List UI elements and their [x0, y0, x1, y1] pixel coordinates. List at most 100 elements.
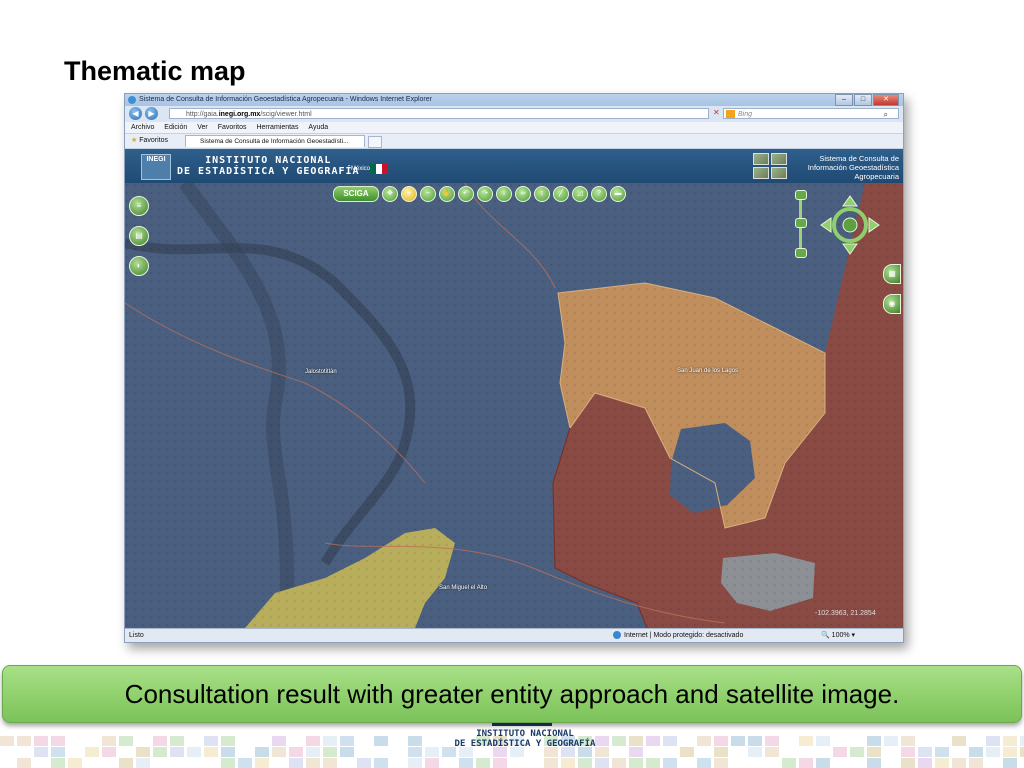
print-tool-icon[interactable]: ▬ — [610, 186, 626, 202]
area-tool-icon[interactable]: ◿ — [572, 186, 588, 202]
zoom-level[interactable]: 🔍 100% ▾ — [821, 629, 855, 642]
decorative-tile — [493, 758, 507, 768]
map-view[interactable]: San Juan de los Lagos Jalostotitlán San … — [125, 183, 903, 628]
decorative-tile — [221, 758, 235, 768]
system-name-line1: Sistema de Consulta de — [819, 154, 899, 163]
decorative-tile — [714, 758, 728, 768]
place-label-san-miguel: San Miguel el Alto — [439, 585, 488, 591]
new-tab-button[interactable] — [368, 136, 382, 148]
decorative-tile — [918, 758, 932, 768]
zoom-out-tool-icon[interactable]: − — [420, 186, 436, 202]
measure-tool-icon[interactable]: ↕ — [534, 186, 550, 202]
caption-box: Consultation result with greater entity … — [2, 665, 1022, 723]
decorative-tile — [935, 758, 949, 768]
favorites-button[interactable]: Favoritos — [139, 137, 168, 144]
decorative-tile — [748, 736, 762, 746]
decorative-tile — [408, 758, 422, 768]
zoom-level-knob[interactable] — [795, 218, 807, 228]
decorative-tile — [323, 758, 337, 768]
decorative-tile — [646, 736, 660, 746]
institute-line2: DE ESTADÍSTICA Y GEOGRAFÍA — [177, 166, 360, 177]
menu-item-ver[interactable]: Ver — [197, 124, 208, 131]
hand-tool-icon[interactable]: ✋ — [439, 186, 455, 202]
legend-icon[interactable]: ▤ — [129, 226, 149, 246]
decorative-tile — [187, 747, 201, 757]
window-title: Sistema de Consulta de Información Geoes… — [139, 96, 432, 103]
decorative-tile — [102, 747, 116, 757]
coordinates-readout: -102.3963, 21.2854 — [815, 610, 876, 617]
stop-icon[interactable]: ✕ — [713, 108, 720, 117]
left-panel-tools: ≡ ▤ ◐ — [129, 196, 149, 276]
pan-control[interactable] — [819, 194, 881, 256]
decorative-tile — [1003, 736, 1017, 746]
menu-item-herramientas[interactable]: Herramientas — [256, 124, 298, 131]
zoom-slider[interactable] — [795, 190, 807, 258]
footer-logo: INSTITUTO NACIONAL DE ESTADÍSTICA Y GEOG… — [440, 729, 610, 749]
layers-icon[interactable]: ≡ — [129, 196, 149, 216]
decorative-tile — [748, 747, 762, 757]
status-bar: Listo Internet | Modo protegido: desacti… — [125, 628, 903, 642]
basemap-icon[interactable]: ◐ — [129, 256, 149, 276]
decorative-tile — [697, 736, 711, 746]
zoom-in-tool-icon[interactable]: + — [401, 186, 417, 202]
decorative-tile — [170, 747, 184, 757]
line-tool-icon[interactable]: ╱ — [553, 186, 569, 202]
back-tool-icon[interactable]: ↶ — [458, 186, 474, 202]
overview-icon[interactable]: ◉ — [883, 294, 901, 314]
decorative-tile — [646, 758, 660, 768]
decorative-tile — [306, 747, 320, 757]
decorative-tile — [731, 736, 745, 746]
decorative-tile — [204, 736, 218, 746]
search-icon[interactable]: ⌕ — [884, 109, 888, 120]
maximize-button[interactable]: □ — [854, 94, 872, 106]
binoculars-tool-icon[interactable]: ∞ — [515, 186, 531, 202]
menu-item-edicion[interactable]: Edición — [164, 124, 187, 131]
menu-item-ayuda[interactable]: Ayuda — [308, 124, 328, 131]
decorative-tile — [799, 758, 813, 768]
info-tool-icon[interactable]: i — [496, 186, 512, 202]
window-titlebar: Sistema de Consulta de Información Geoes… — [125, 94, 903, 106]
zoom-in-knob[interactable] — [795, 190, 807, 200]
tab-active[interactable]: Sistema de Consulta de Información Geoes… — [185, 135, 365, 147]
decorative-tile — [68, 758, 82, 768]
caption-text: Consultation result with greater entity … — [124, 678, 900, 709]
decorative-tile — [272, 747, 286, 757]
search-input[interactable]: Bing ⌕ — [723, 108, 899, 119]
decorative-tile — [663, 758, 677, 768]
close-button[interactable]: ✕ — [873, 94, 899, 106]
decorative-tile — [204, 747, 218, 757]
decorative-tile — [782, 758, 796, 768]
back-button[interactable]: ◀ — [129, 107, 142, 120]
menu-item-archivo[interactable]: Archivo — [131, 124, 154, 131]
browser-window: Sistema de Consulta de Información Geoes… — [124, 93, 904, 643]
url-domain: inegi.org.mx — [218, 111, 261, 118]
minimize-button[interactable]: – — [835, 94, 853, 106]
decorative-tile — [85, 747, 99, 757]
url-prefix: http://gaia. — [186, 111, 219, 118]
system-name: Sistema de Consulta de Información Geoes… — [789, 154, 899, 181]
decorative-tile — [612, 758, 626, 768]
security-zone: Internet | Modo protegido: desactivado — [613, 629, 743, 642]
url-input[interactable]: http://gaia.inegi.org.mx/scig/viewer.htm… — [169, 108, 709, 119]
decorative-tile — [714, 736, 728, 746]
decorative-tile — [153, 747, 167, 757]
place-label-jalostotitlan: Jalostotitlán — [305, 369, 337, 375]
zoom-out-knob[interactable] — [795, 248, 807, 258]
decorative-tile — [289, 747, 303, 757]
forward-tool-icon[interactable]: ↷ — [477, 186, 493, 202]
forward-button[interactable]: ▶ — [145, 107, 158, 120]
pan-tool-icon[interactable]: ✥ — [382, 186, 398, 202]
decorative-tile — [901, 758, 915, 768]
decorative-tile — [170, 736, 184, 746]
menu-item-favoritos[interactable]: Favoritos — [218, 124, 247, 131]
decorative-tile — [952, 736, 966, 746]
decorative-tile — [833, 747, 847, 757]
results-icon[interactable]: ▦ — [883, 264, 901, 284]
globe-icon — [613, 631, 621, 640]
help-tool-icon[interactable]: ? — [591, 186, 607, 202]
decorative-tile — [102, 736, 116, 746]
decorative-tile — [1020, 747, 1024, 757]
scig-button[interactable]: SCIGA — [333, 186, 379, 202]
star-icon: ★ — [131, 137, 138, 144]
decorative-tile — [612, 736, 626, 746]
